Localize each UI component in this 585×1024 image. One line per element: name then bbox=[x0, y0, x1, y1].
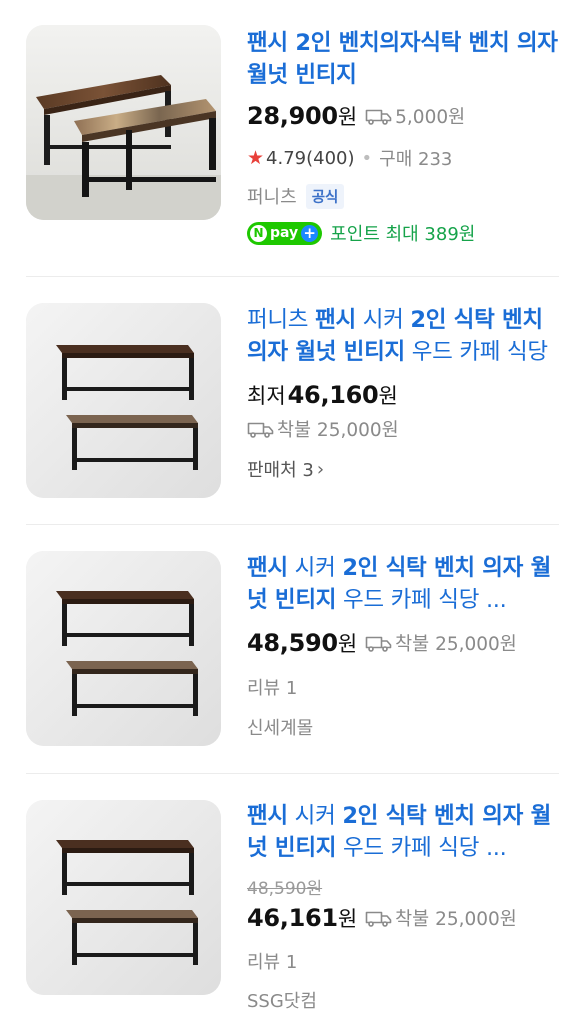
sellers-row[interactable]: 판매처 3 › bbox=[247, 456, 561, 482]
currency-label: 원 bbox=[337, 632, 358, 656]
title-bold: 팬시 bbox=[247, 803, 288, 829]
truck-icon bbox=[247, 422, 274, 438]
title-text: 시커 bbox=[287, 555, 343, 581]
plus-icon: + bbox=[301, 224, 319, 242]
original-price: 48,590원 bbox=[247, 879, 323, 899]
currency-label: 원 bbox=[337, 105, 358, 129]
product-info: 팬시 2인 벤치의자식탁 벤치 의자 월넛 빈티지 28,900 원 5,000원… bbox=[247, 27, 561, 246]
original-price-row: 48,590원 bbox=[247, 874, 561, 899]
product-title[interactable]: 팬시 시커 2인 식탁 벤치 의자 월넛 빈티지 우드 카페 식당 ... bbox=[247, 552, 561, 616]
bench-stack-image bbox=[26, 800, 221, 995]
title-brand: 퍼니츠 bbox=[247, 307, 316, 333]
shipping-fee: 착불 25,000원 bbox=[277, 420, 399, 441]
product-info: 퍼니츠 팬시 시커 2인 식탁 벤치 의자 월넛 빈티지 우드 카페 식당 ..… bbox=[247, 304, 561, 482]
product-thumbnail[interactable] bbox=[26, 25, 221, 220]
npay-text: pay bbox=[270, 225, 299, 241]
shipping-info: 5,000원 bbox=[365, 103, 465, 129]
title-text: 우드 카페 식당 ... bbox=[336, 835, 507, 861]
separator-dot: • bbox=[361, 147, 373, 169]
currency-label: 원 bbox=[337, 907, 358, 931]
shipping-fee: 5,000원 bbox=[395, 107, 466, 128]
review-row: 리뷰 1 bbox=[247, 674, 561, 700]
price-prefix: 최저 bbox=[247, 384, 286, 408]
bench-stack-image bbox=[26, 303, 221, 498]
product-thumbnail[interactable] bbox=[26, 551, 221, 746]
product-title[interactable]: 팬시 시커 2인 식탁 벤치 의자 월넛 빈티지 우드 카페 식당 ... bbox=[247, 800, 561, 864]
mall-name[interactable]: 신세계몰 bbox=[247, 714, 313, 740]
chevron-right-icon: › bbox=[316, 458, 325, 480]
bench-stack-image bbox=[26, 551, 221, 746]
divider bbox=[26, 524, 559, 525]
product-thumbnail[interactable] bbox=[26, 303, 221, 498]
currency-label: 원 bbox=[378, 384, 398, 408]
truck-icon bbox=[365, 911, 392, 927]
purchase-count: 구매 233 bbox=[379, 149, 453, 170]
shipping-info: 착불 25,000원 bbox=[247, 416, 399, 442]
price-value: 28,900 bbox=[247, 102, 338, 130]
price-value: 46,160 bbox=[287, 381, 379, 409]
star-icon: ★ bbox=[247, 147, 265, 169]
title-bold: 팬시 bbox=[247, 555, 288, 581]
shipping-fee: 착불 25,000원 bbox=[395, 909, 517, 930]
npay-row: Npay + 포인트 최대 389원 bbox=[247, 220, 561, 246]
review-count[interactable]: 리뷰 1 bbox=[247, 674, 297, 700]
review-row: 리뷰 1 bbox=[247, 948, 561, 974]
seller-row: 퍼니츠 공식 bbox=[247, 183, 561, 209]
price-value: 48,590 bbox=[247, 629, 338, 657]
price-row: 28,900 원 5,000원 bbox=[247, 101, 561, 131]
bench-pair-image bbox=[26, 25, 221, 220]
price-row: 48,590 원 착불 25,000원 bbox=[247, 628, 561, 658]
seller-name[interactable]: 퍼니츠 bbox=[247, 183, 297, 209]
rating-row: ★ 4.79 (400) • 구매 233 bbox=[247, 145, 561, 171]
shipping-fee: 착불 25,000원 bbox=[395, 634, 517, 655]
title-text: 시커 bbox=[355, 307, 411, 333]
title-text: 우드 카페 식당 ... bbox=[336, 587, 507, 613]
mall-row: 신세계몰 bbox=[247, 714, 561, 740]
shipping-row: 착불 25,000원 bbox=[247, 416, 561, 442]
point-info: 포인트 최대 389원 bbox=[330, 224, 476, 245]
price-row: 최저 46,160 원 bbox=[247, 380, 561, 410]
truck-icon bbox=[365, 636, 392, 652]
product-list: 팬시 2인 벤치의자식탁 벤치 의자 월넛 빈티지 28,900 원 5,000원… bbox=[0, 0, 585, 1024]
mall-row: SSG닷컴 bbox=[247, 987, 561, 1013]
product-info: 팬시 시커 2인 식탁 벤치 의자 월넛 빈티지 우드 카페 식당 ... 48… bbox=[247, 552, 561, 740]
truck-icon bbox=[365, 109, 392, 125]
price-value: 46,161 bbox=[247, 904, 338, 932]
review-count[interactable]: (400) bbox=[306, 148, 354, 169]
naver-n-icon: N bbox=[250, 224, 267, 242]
title-text: 시커 bbox=[287, 803, 343, 829]
official-badge: 공식 bbox=[305, 183, 345, 209]
shipping-info: 착불 25,000원 bbox=[365, 630, 517, 656]
price-row: 46,161 원 착불 25,000원 bbox=[247, 903, 561, 933]
sellers-count[interactable]: 판매처 3 bbox=[247, 456, 314, 482]
divider bbox=[26, 773, 559, 774]
product-thumbnail[interactable] bbox=[26, 800, 221, 995]
title-text: 팬시 2인 벤치의자식탁 벤치 의자 월넛 빈티지 bbox=[247, 30, 558, 88]
product-title[interactable]: 퍼니츠 팬시 시커 2인 식탁 벤치 의자 월넛 빈티지 우드 카페 식당 ..… bbox=[247, 304, 561, 368]
product-info: 팬시 시커 2인 식탁 벤치 의자 월넛 빈티지 우드 카페 식당 ... 48… bbox=[247, 800, 561, 1013]
rating-score: 4.79 bbox=[266, 147, 307, 169]
title-bold: 팬시 bbox=[315, 307, 356, 333]
divider bbox=[26, 276, 559, 277]
product-title[interactable]: 팬시 2인 벤치의자식탁 벤치 의자 월넛 빈티지 bbox=[247, 27, 561, 91]
review-count[interactable]: 리뷰 1 bbox=[247, 948, 297, 974]
npay-badge: Npay + bbox=[247, 221, 323, 245]
mall-name[interactable]: SSG닷컴 bbox=[247, 987, 317, 1013]
shipping-info: 착불 25,000원 bbox=[365, 905, 517, 931]
